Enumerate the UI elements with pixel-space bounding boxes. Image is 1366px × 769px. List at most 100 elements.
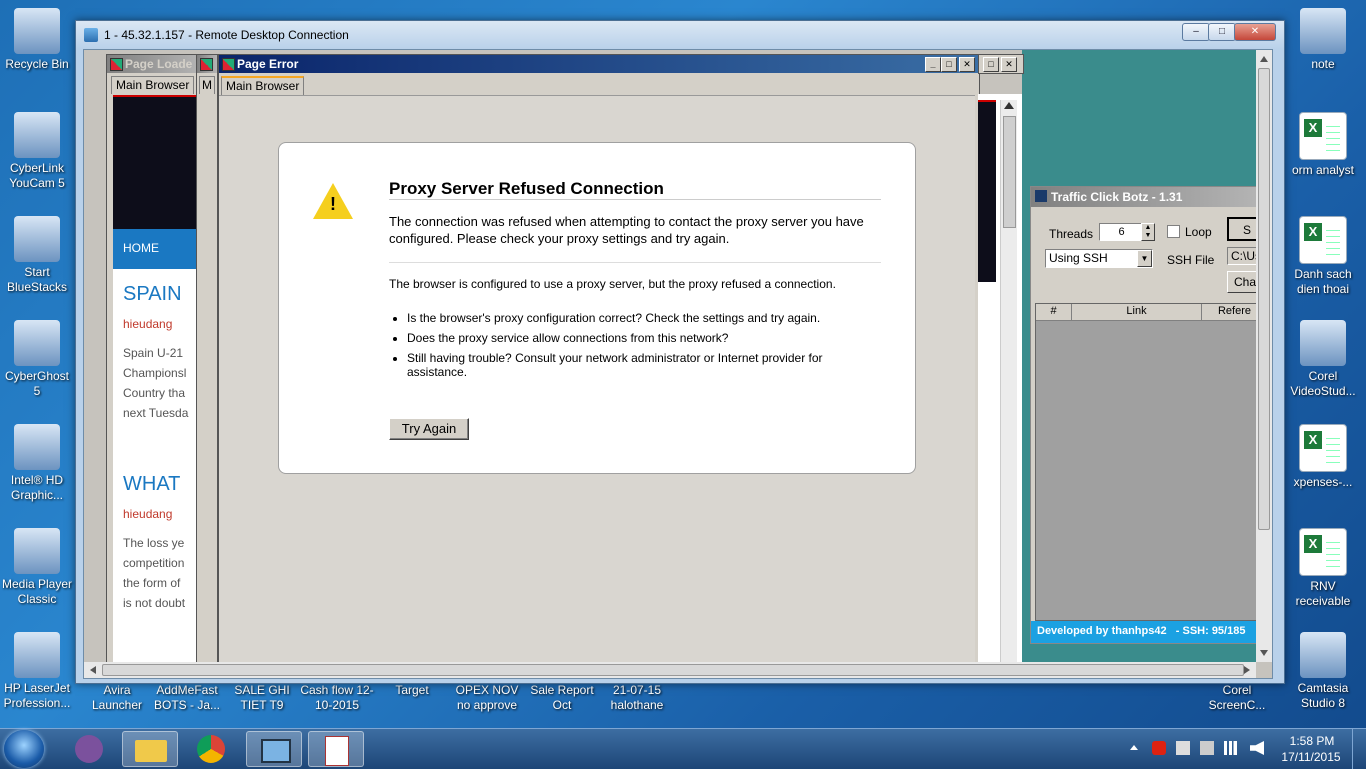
desktop-icon-right-6[interactable]: Camtasia Studio 8: [1286, 632, 1360, 711]
viber-icon: [75, 735, 103, 763]
taskbar-viber[interactable]: [62, 731, 118, 767]
vertical-scrollbar[interactable]: [1000, 100, 1017, 662]
error-title: Proxy Server Refused Connection: [389, 179, 664, 198]
tray-antivirus-icon[interactable]: [1152, 741, 1166, 755]
maximize-button[interactable]: □: [1208, 23, 1236, 41]
fourth-window-page: [978, 94, 1022, 662]
warning-exclamation: !: [330, 194, 336, 214]
post1-author[interactable]: hieudang: [123, 317, 172, 331]
desktop-icon-bottom-5[interactable]: OPEX NOV no approve: [450, 683, 524, 713]
error-summary: The connection was refused when attempti…: [389, 214, 864, 246]
close-button[interactable]: ✕: [959, 57, 975, 72]
suggestion-item: Still having trouble? Consult your netwo…: [407, 351, 877, 379]
desktop-icon-right-5[interactable]: RNV receivable: [1286, 528, 1360, 609]
nav-home-link[interactable]: HOME: [123, 241, 159, 255]
tray-network-icon[interactable]: [1224, 741, 1240, 755]
clock-time[interactable]: 1:58 PM: [1280, 734, 1344, 748]
desktop-icon-bottom-8[interactable]: Corel ScreenC...: [1200, 683, 1274, 713]
scroll-left-arrow[interactable]: [90, 666, 96, 674]
tray-volume-icon[interactable]: [1250, 741, 1264, 755]
taskbar-tally[interactable]: [308, 731, 364, 767]
column-header[interactable]: Refere: [1202, 304, 1263, 320]
desktop-icon-bottom-0[interactable]: Avira Launcher: [80, 683, 154, 713]
desktop-icon-left-0[interactable]: Recycle Bin: [0, 8, 74, 72]
close-button[interactable]: ✕: [1001, 57, 1017, 72]
tab-main-browser[interactable]: Main Browser: [221, 76, 305, 95]
suggestion-item: Is the browser's proxy configuration cor…: [407, 311, 877, 325]
close-button[interactable]: ✕: [1234, 23, 1276, 41]
desktop-icon-bottom-4[interactable]: Target: [375, 683, 449, 698]
column-header[interactable]: #: [1036, 304, 1072, 320]
scroll-thumb[interactable]: [102, 664, 1244, 676]
column-header[interactable]: Link: [1072, 304, 1202, 320]
rdp-horizontal-scrollbar[interactable]: [84, 662, 1256, 678]
taskbar-chrome[interactable]: [184, 731, 240, 767]
clock-date[interactable]: 17/11/2015: [1276, 750, 1346, 764]
scroll-up-arrow[interactable]: [1004, 102, 1014, 109]
desktop-icon-right-1[interactable]: orm analyst: [1286, 112, 1360, 178]
desktop-icon-left-1[interactable]: CyberLink YouCam 5: [0, 112, 74, 191]
desktop-icon-right-3[interactable]: Corel VideoStud...: [1286, 320, 1360, 399]
desktop-icon-label: Media Player Classic: [1, 577, 73, 606]
scroll-up-arrow[interactable]: [1260, 56, 1268, 62]
app-shortcut-icon: [1300, 8, 1346, 54]
tab-main-browser[interactable]: Main Browser: [111, 76, 195, 94]
desktop-icon-bottom-7[interactable]: 21-07-15 halothane: [600, 683, 674, 713]
bot-title: Traffic Click Botz - 1.31: [1051, 190, 1183, 204]
page-error-title-bar[interactable]: Page Error _ □ ✕: [219, 55, 979, 73]
post1-title[interactable]: SPAIN: [123, 283, 182, 306]
desktop-icon-left-4[interactable]: Intel® HD Graphic...: [0, 424, 74, 503]
minimize-button[interactable]: –: [1182, 23, 1210, 41]
tray-flag-icon[interactable]: [1176, 741, 1190, 755]
scroll-thumb[interactable]: [1258, 68, 1270, 530]
desktop-icon-left-2[interactable]: Start BlueStacks: [0, 216, 74, 295]
page-loaded-title-bar[interactable]: Page Loade: [107, 55, 202, 73]
scroll-thumb[interactable]: [1003, 116, 1016, 228]
scroll-down-arrow[interactable]: [1260, 650, 1268, 656]
tray-show-hidden-icon[interactable]: [1130, 745, 1138, 750]
show-desktop-button[interactable]: [1352, 729, 1366, 769]
excerpt-line: Spain U-21: [123, 346, 184, 360]
mode-select-arrow[interactable]: ▼: [1137, 250, 1152, 267]
desktop-icon-left-5[interactable]: Media Player Classic: [0, 528, 74, 607]
desktop-icon-label: Camtasia Studio 8: [1297, 681, 1349, 710]
rdp-vertical-scrollbar[interactable]: [1256, 50, 1272, 662]
tab-second[interactable]: M: [199, 76, 215, 94]
loop-checkbox[interactable]: [1167, 225, 1180, 238]
post2-title[interactable]: WHAT: [123, 473, 180, 496]
links-table[interactable]: # Link Refere: [1035, 303, 1263, 621]
website-page: HOME SPAIN hieudang Spain U-21 Championsl…: [113, 95, 199, 665]
desktop-icon-left-3[interactable]: CyberGhost 5: [0, 320, 74, 399]
page-loaded-window[interactable]: Page Loade Main Browser HOME SPAIN hieud…: [106, 54, 203, 665]
desktop-icon-right-4[interactable]: xpenses-...: [1286, 424, 1360, 490]
second-title-bar[interactable]: [197, 55, 217, 73]
try-again-button[interactable]: Try Again: [389, 418, 469, 440]
post1-excerpt: Spain U-21 Championsl Country tha next Tues…: [123, 343, 188, 423]
rdp-title-bar[interactable]: 1 - 45.32.1.157 - Remote Desktop Connect…: [76, 21, 1284, 49]
second-browser-window[interactable]: M: [196, 54, 218, 664]
taskbar-remote-desktop[interactable]: [246, 731, 302, 767]
desktop-icon-bottom-3[interactable]: Cash flow 12-10-2015: [300, 683, 374, 713]
desktop-icon-bottom-1[interactable]: AddMeFast BOTS - Ja...: [150, 683, 224, 713]
taskbar-explorer[interactable]: [122, 731, 178, 767]
taskbar: 1:58 PM 17/11/2015: [0, 728, 1366, 769]
desktop-icon-left-6[interactable]: HP LaserJet Profession...: [0, 632, 74, 711]
app-shortcut-icon: [1300, 632, 1346, 678]
post2-author[interactable]: hieudang: [123, 507, 172, 521]
maximize-button[interactable]: □: [941, 57, 957, 72]
tray-device-icon[interactable]: [1200, 741, 1214, 755]
desktop-icon-bottom-2[interactable]: SALE GHI TIET T9: [225, 683, 299, 713]
start-button[interactable]: [4, 730, 44, 768]
traffic-bot-window[interactable]: Traffic Click Botz - 1.31 Threads 6 ▲ ▼ L…: [1030, 186, 1264, 644]
app-shortcut-icon: [14, 8, 60, 54]
desktop-icon-right-0[interactable]: note: [1286, 8, 1360, 72]
minimize-button[interactable]: _: [925, 57, 941, 72]
threads-spinner[interactable]: ▲ ▼: [1141, 223, 1155, 241]
desktop-icon-label: Danh sach dien thoai: [1294, 267, 1352, 296]
maximize-button[interactable]: □: [983, 57, 999, 72]
desktop-icon-bottom-6[interactable]: Sale Report Oct: [525, 683, 599, 713]
desktop-icon-right-2[interactable]: Danh sach dien thoai: [1286, 216, 1360, 297]
excerpt-line: next Tuesda: [123, 406, 189, 420]
scroll-right-arrow[interactable]: [1244, 666, 1250, 674]
bot-title-bar[interactable]: Traffic Click Botz - 1.31: [1031, 187, 1263, 207]
